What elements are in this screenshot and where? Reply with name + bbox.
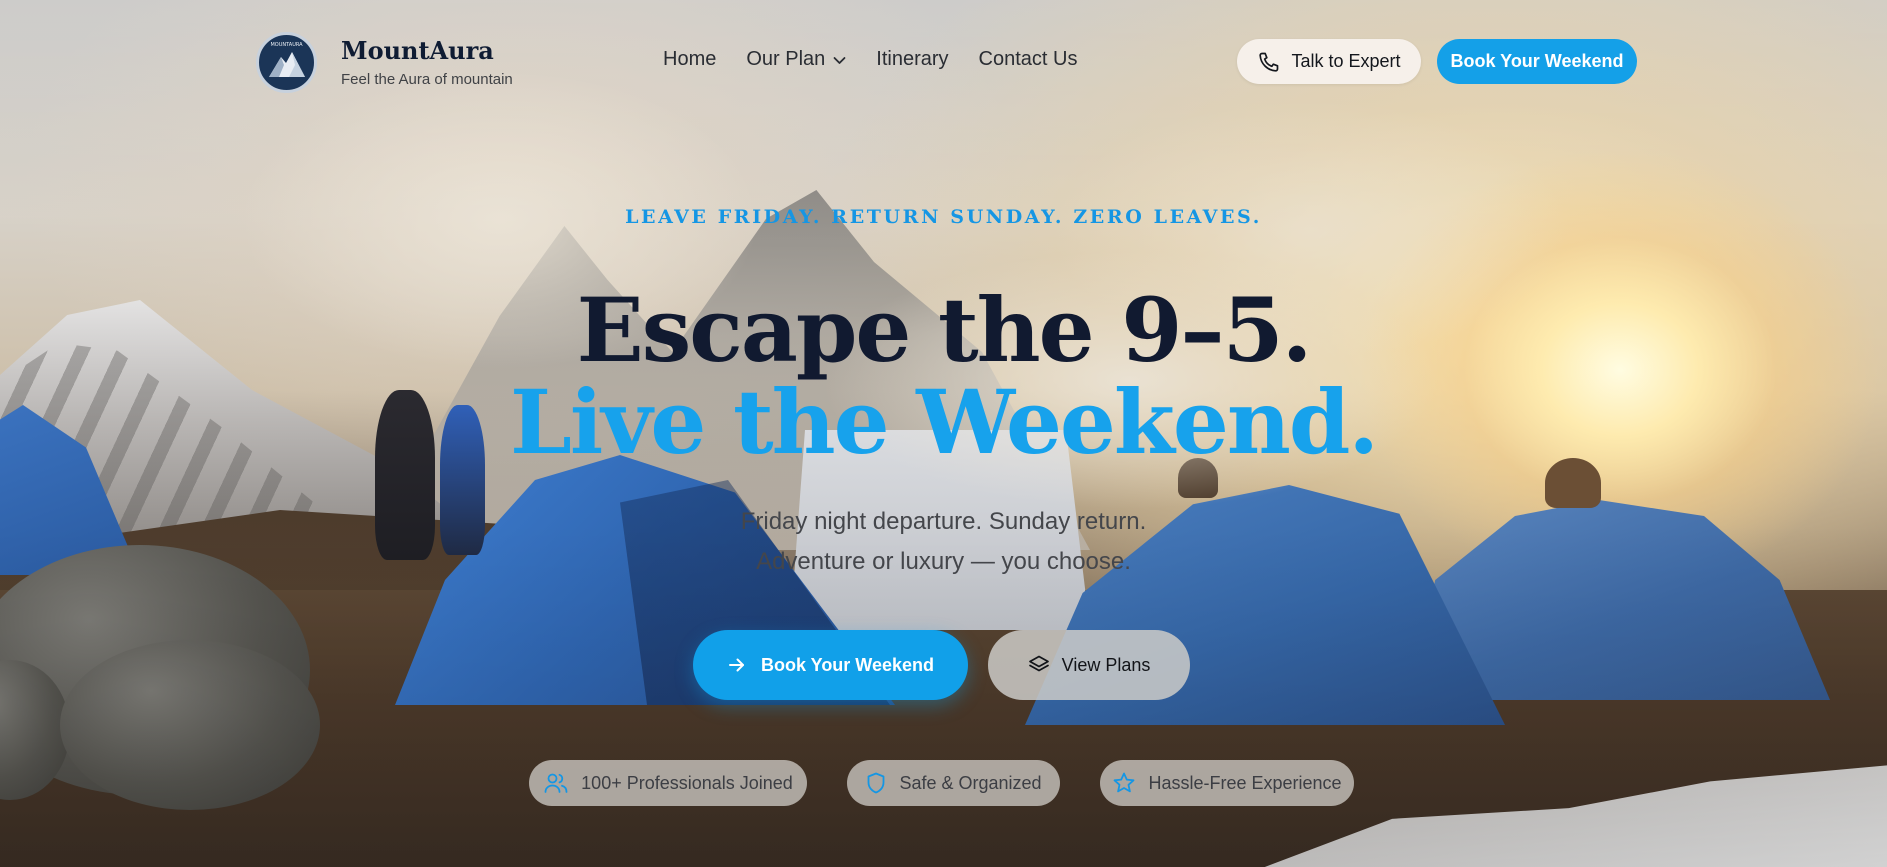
- nav-item-contact-us[interactable]: Contact Us: [979, 48, 1078, 71]
- badge-label: Safe & Organized: [899, 772, 1042, 793]
- logo: MOUNTAURA: [256, 32, 317, 93]
- nav-item-home[interactable]: Home: [663, 48, 716, 71]
- hero-subtitle-line-2: Adventure or luxury — you choose.: [756, 548, 1131, 575]
- brand-name: MountAura: [341, 36, 494, 65]
- nav-item-our-plan[interactable]: Our Plan: [746, 48, 846, 71]
- brand[interactable]: MOUNTAURA MountAura Feel the Aura of mou…: [256, 32, 513, 93]
- badge-label: 100+ Professionals Joined: [581, 772, 793, 793]
- nav-item-label: Home: [663, 48, 717, 70]
- users-icon: [544, 773, 568, 793]
- talk-to-expert-label: Talk to Expert: [1291, 51, 1401, 71]
- book-weekend-header-button[interactable]: Book Your Weekend: [1437, 39, 1637, 84]
- badge-professionals: 100+ Professionals Joined: [529, 760, 807, 806]
- book-weekend-button[interactable]: Book Your Weekend: [693, 630, 968, 700]
- nav-item-label: Itinerary: [876, 48, 949, 70]
- phone-icon: [1259, 52, 1279, 72]
- logo-text: MOUNTAURA: [270, 42, 303, 48]
- site-header: MOUNTAURA MountAura Feel the Aura of mou…: [0, 0, 1887, 124]
- talk-to-expert-button[interactable]: Talk to Expert: [1237, 39, 1421, 84]
- hero-subtitle-line-1: Friday night departure. Sunday return.: [740, 508, 1147, 535]
- badge-label: Hassle-Free Experience: [1148, 772, 1342, 793]
- nav-item-label: Our Plan: [746, 48, 826, 70]
- view-plans-label: View Plans: [1061, 654, 1151, 675]
- arrow-right-icon: [728, 658, 744, 672]
- book-weekend-label: Book Your Weekend: [1450, 51, 1624, 71]
- badge-hassle-free: Hassle-Free Experience: [1100, 760, 1354, 806]
- shield-icon: [868, 772, 885, 794]
- hero-headline-primary: Escape the 9–5.: [576, 278, 1313, 382]
- brand-tagline: Feel the Aura of mountain: [341, 71, 513, 88]
- view-plans-button[interactable]: View Plans: [988, 630, 1190, 700]
- book-weekend-label: Book Your Weekend: [760, 654, 935, 675]
- chevron-down-icon: [833, 48, 846, 71]
- hero-headline-accent: Live the Weekend.: [509, 370, 1379, 474]
- hero-eyebrow: LEAVE FRIDAY. RETURN SUNDAY. ZERO LEAVES…: [625, 206, 1262, 228]
- nav-item-label: Contact Us: [978, 48, 1078, 70]
- main-nav: Home Our Plan Itinerary Contact Us: [663, 48, 1107, 71]
- mountain-logo-icon: MOUNTAURA: [260, 36, 313, 89]
- badge-safe: Safe & Organized: [847, 760, 1060, 806]
- nav-item-itinerary[interactable]: Itinerary: [876, 48, 948, 71]
- layers-icon: [1028, 655, 1049, 672]
- star-icon: [1114, 772, 1135, 793]
